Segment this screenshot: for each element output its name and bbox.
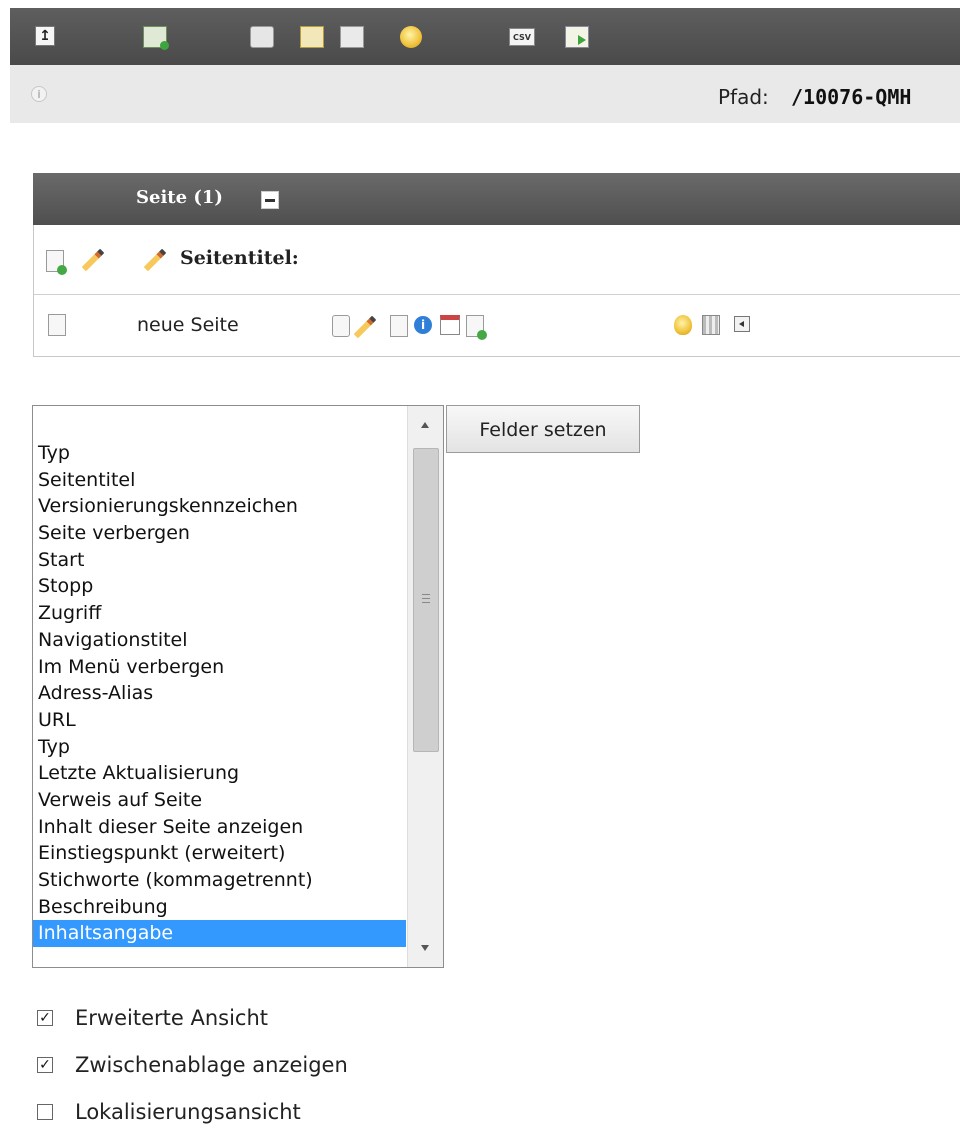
page-title[interactable]: neue Seite: [137, 314, 239, 336]
edit-icon[interactable]: [353, 315, 377, 339]
field-option[interactable]: Versionierungskennzeichen: [37, 493, 407, 520]
schedule-icon[interactable]: [440, 315, 460, 335]
show-clipboard-checkbox[interactable]: ✓: [37, 1057, 53, 1073]
csv-export-icon[interactable]: CSV: [509, 28, 535, 46]
field-option[interactable]: Stopp: [37, 573, 407, 600]
field-option[interactable]: Navigationstitel: [37, 627, 407, 654]
lightbulb-icon[interactable]: [674, 315, 692, 335]
scroll-up-icon[interactable]: [421, 422, 429, 428]
export-icon[interactable]: [565, 26, 589, 48]
edit-page-icon[interactable]: [300, 26, 324, 48]
field-option[interactable]: Inhaltsangabe: [33, 920, 406, 948]
new-page-icon[interactable]: [46, 250, 67, 275]
field-option[interactable]: Zugriff: [37, 600, 407, 627]
delete-icon[interactable]: [702, 315, 720, 335]
info-icon[interactable]: i: [31, 86, 47, 102]
field-option[interactable]: Einstiegspunkt (erweitert): [37, 840, 407, 867]
new-subpage-icon[interactable]: [466, 315, 487, 340]
page-icon[interactable]: [48, 314, 66, 336]
set-fields-button[interactable]: Felder setzen: [446, 405, 640, 453]
level-up-icon[interactable]: ↥: [35, 26, 55, 46]
new-record-icon[interactable]: [143, 26, 169, 50]
move-icon[interactable]: [390, 315, 408, 337]
field-options: Typ Seitentitel Versionierungskennzeichen S…: [33, 440, 407, 948]
field-option[interactable]: Im Menü verbergen: [37, 654, 407, 681]
top-toolbar: ↥ CSV: [10, 8, 960, 65]
field-option[interactable]: Verweis auf Seite: [37, 787, 407, 814]
view-page-icon[interactable]: [250, 26, 274, 48]
show-clipboard-option[interactable]: ✓ Zwischenablage anzeigen: [37, 1050, 348, 1080]
field-option[interactable]: Typ: [37, 440, 407, 467]
column-header-row: Seitentitel:: [33, 225, 960, 295]
collapse-left-icon[interactable]: [734, 316, 750, 332]
path-bar: i Pfad: /10076-QMH: [10, 65, 960, 123]
show-clipboard-label: Zwischenablage anzeigen: [75, 1053, 348, 1077]
grip-icon: [422, 594, 430, 604]
list-scrollbar[interactable]: [407, 406, 443, 967]
field-option[interactable]: Beschreibung: [37, 894, 407, 921]
field-select-list[interactable]: Typ Seitentitel Versionierungskennzeichen S…: [32, 405, 444, 968]
extended-view-label: Erweiterte Ansicht: [75, 1006, 268, 1030]
extended-view-option[interactable]: ✓ Erweiterte Ansicht: [37, 1003, 268, 1033]
info-icon[interactable]: i: [414, 316, 432, 334]
field-option[interactable]: Inhalt dieser Seite anzeigen: [37, 814, 407, 841]
path-label: Pfad:: [718, 85, 769, 109]
localization-view-label: Lokalisierungsansicht: [75, 1100, 301, 1124]
localization-view-checkbox[interactable]: [37, 1104, 53, 1120]
edit-title-column-icon[interactable]: [143, 248, 167, 272]
move-page-icon[interactable]: [340, 26, 364, 48]
field-option[interactable]: Stichworte (kommagetrennt): [37, 867, 407, 894]
field-option[interactable]: Seite verbergen: [37, 520, 407, 547]
column-label-seitentitel: Seitentitel:: [180, 247, 299, 269]
path-value: /10076-QMH: [791, 85, 912, 109]
extended-view-checkbox[interactable]: ✓: [37, 1010, 53, 1026]
field-option[interactable]: URL: [37, 707, 407, 734]
lightbulb-icon[interactable]: [400, 26, 422, 48]
field-option[interactable]: Letzte Aktualisierung: [37, 760, 407, 787]
scroll-down-icon[interactable]: [421, 945, 429, 951]
field-option[interactable]: Typ: [37, 734, 407, 761]
localization-view-option[interactable]: Lokalisierungsansicht: [37, 1097, 301, 1127]
scroll-thumb[interactable]: [413, 448, 439, 752]
edit-columns-icon[interactable]: [81, 248, 105, 272]
view-icon[interactable]: [332, 315, 350, 337]
collapse-section-icon[interactable]: [261, 191, 279, 209]
field-option[interactable]: Start: [37, 547, 407, 574]
section-title: Seite (1): [136, 187, 223, 208]
field-option[interactable]: Seitentitel: [37, 467, 407, 494]
field-option[interactable]: Adress-Alias: [37, 680, 407, 707]
table-row: neue Seite i: [33, 295, 960, 357]
pages-section-header: Seite (1): [33, 173, 960, 225]
